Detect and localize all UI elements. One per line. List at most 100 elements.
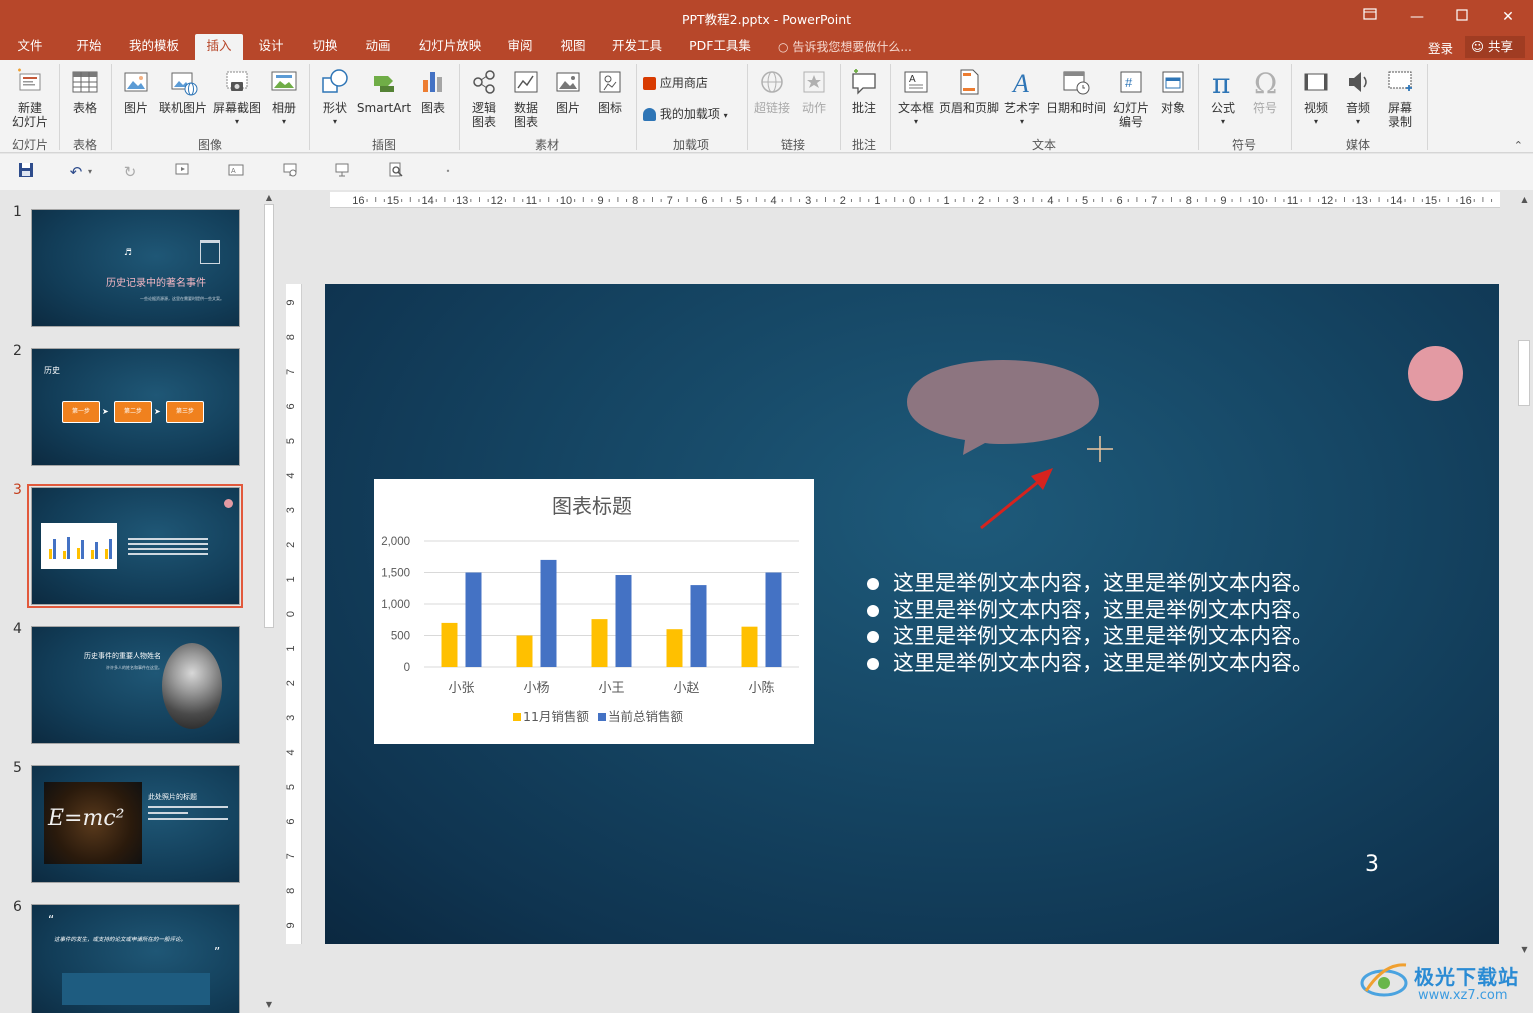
tab-pdf-tools[interactable]: PDF工具集 — [681, 34, 759, 60]
close-icon[interactable]: ✕ — [1497, 6, 1519, 28]
text-box-qat-icon[interactable]: A — [226, 162, 246, 182]
from-beginning-icon[interactable] — [172, 162, 192, 182]
app-store-button[interactable]: 应用商店 — [643, 74, 708, 91]
slide-number-icon: # — [1120, 71, 1142, 93]
ruler-number: 6 — [286, 403, 297, 409]
minimize-icon[interactable]: — — [1406, 6, 1428, 28]
picture-button[interactable]: 图片 — [116, 66, 156, 115]
slide-thumbnail-6[interactable]: “ 这事件的发生，或支持的论文或申请所在的一般评论。 ” — [31, 904, 240, 1013]
tab-review[interactable]: 审阅 — [499, 34, 541, 60]
screen-record-button[interactable]: 屏幕 录制 — [1379, 66, 1421, 129]
legend-swatch — [598, 713, 606, 721]
group-label-addins: 加载项 — [672, 138, 709, 152]
tab-transitions[interactable]: 切换 — [304, 34, 346, 60]
tab-insert[interactable]: 插入 — [195, 34, 243, 60]
material-icon-button[interactable]: 图标 — [589, 66, 631, 115]
ruler-number: 9 — [598, 195, 604, 207]
present-icon[interactable] — [280, 162, 300, 182]
object-button[interactable]: 对象 — [1153, 66, 1193, 115]
tab-my-templates[interactable]: 我的模板 — [122, 34, 186, 60]
editor-scrollbar[interactable]: ▲ ▼ — [1516, 190, 1533, 960]
separator — [459, 64, 460, 150]
tab-design[interactable]: 设计 — [251, 34, 291, 60]
textbox-button[interactable]: A 文本框 ▾ — [895, 66, 937, 129]
picture-icon — [124, 72, 148, 92]
data-chart-button[interactable]: 数据 图表 — [505, 66, 547, 129]
equation-button[interactable]: π 公式 ▾ — [1202, 66, 1244, 129]
scroll-thumb[interactable] — [264, 204, 274, 628]
new-slide-button[interactable]: 新建 幻灯片 — [4, 66, 56, 129]
scroll-thumb[interactable] — [1518, 340, 1530, 406]
logic-chart-button[interactable]: 逻辑 图表 — [463, 66, 505, 129]
bullet-item: 这里是举例文本内容，这里是举例文本内容。 — [865, 597, 1465, 624]
symbol-button[interactable]: Ω 符号 — [1244, 66, 1286, 115]
ruler-number: 2 — [840, 195, 846, 207]
presenter-view-icon[interactable] — [332, 162, 352, 182]
smartart-button[interactable]: SmartArt — [356, 66, 412, 115]
scroll-down-arrow-icon[interactable]: ▼ — [263, 999, 275, 1011]
restore-ribbon-icon[interactable] — [1359, 6, 1381, 28]
tab-animations[interactable]: 动画 — [357, 34, 399, 60]
slide-thumbnail-5[interactable]: E=mc² 此处照片的标题 — [31, 765, 240, 883]
globe-link-icon — [761, 71, 783, 93]
undo-dropdown-icon[interactable]: ▾ — [84, 162, 96, 182]
slide-thumbnail-3[interactable] — [31, 487, 240, 605]
speaker-icon — [1349, 72, 1367, 92]
login-link[interactable]: 登录 — [1428, 38, 1453, 57]
slide-thumbnail-2[interactable]: 历史 第一步 ➤ 第二步 ➤ 第三步 — [31, 348, 240, 466]
print-preview-icon[interactable] — [386, 162, 406, 182]
ruler-number: 3 — [286, 507, 297, 513]
online-picture-icon — [171, 72, 198, 96]
tab-developer[interactable]: 开发工具 — [604, 34, 670, 60]
collapse-ribbon-icon[interactable]: ⌃ — [1514, 139, 1523, 152]
my-addins-button[interactable]: 我的加载项 ▾ — [643, 105, 728, 122]
save-icon[interactable] — [16, 162, 36, 182]
comment-icon — [852, 69, 876, 95]
chart-svg: 图表标题 0 500 1,000 1,500 2,000 小张 小杨 小王 小赵 小陈 11月销售额 当… — [381, 494, 799, 724]
bullet-text-box[interactable]: 这里是举例文本内容，这里是举例文本内容。 这里是举例文本内容，这里是举例文本内容… — [865, 570, 1465, 676]
comment-button[interactable]: 批注 — [843, 66, 885, 115]
maximize-icon[interactable] — [1451, 6, 1473, 28]
screenshot-button[interactable]: 屏幕截图 ▾ — [210, 66, 264, 129]
chart-button[interactable]: 图表 — [412, 66, 454, 115]
separator — [890, 64, 891, 150]
table-button[interactable]: 表格 — [64, 66, 106, 115]
bar-chart[interactable]: 图表标题 0 500 1,000 1,500 2,000 小张 小杨 小王 小赵 小陈 11月销售额 当… — [374, 479, 814, 744]
slide-thumbnail-1[interactable]: ♬ 历史记录中的著名事件 一些论据资源源，这里在需要时提供一些文案。 — [31, 209, 240, 327]
datetime-button[interactable]: 日期和时间 — [1043, 66, 1109, 115]
thumbnail-scrollbar[interactable]: ▲ ▼ — [262, 190, 276, 1013]
share-button[interactable]: ☺ 共享 — [1465, 36, 1525, 58]
audio-button[interactable]: 音频 ▾ — [1337, 66, 1379, 129]
horizontal-ruler-ticks: 16 15 14 13 12 11 10 9 8 7 6 5 4 3 2 1 0 1 2 3 4 5 6 7 8 9 10 11 12 1… — [352, 195, 1493, 207]
material-picture-button[interactable]: 图片 — [547, 66, 589, 115]
separator — [1198, 64, 1199, 150]
person-icon: ☺ — [1471, 39, 1485, 54]
scroll-up-arrow-icon[interactable]: ▲ — [263, 192, 275, 204]
ruler-number: 9 — [286, 922, 297, 928]
tab-home[interactable]: 开始 — [68, 34, 110, 60]
slide-number-button[interactable]: # 幻灯片 编号 — [1109, 66, 1153, 129]
scroll-up-arrow-icon[interactable]: ▲ — [1518, 194, 1531, 206]
online-picture-button[interactable]: 联机图片 — [156, 66, 210, 115]
redo-icon[interactable]: ↻ — [120, 162, 140, 182]
tell-me-search[interactable]: ○ 告诉我您想要做什么... — [778, 38, 912, 55]
tab-file[interactable]: 文件 — [10, 34, 50, 60]
slide-canvas[interactable]: 图表标题 0 500 1,000 1,500 2,000 小张 小杨 小王 小赵 小陈 11月销售额 当… — [325, 284, 1499, 944]
speech-bubble-shape[interactable] — [907, 360, 1107, 463]
album-button[interactable]: 相册 ▾ — [264, 66, 304, 129]
ruler-number: 7 — [286, 369, 297, 375]
wordart-button[interactable]: A 艺术字 ▾ — [1001, 66, 1043, 129]
video-button[interactable]: 视频 ▾ — [1295, 66, 1337, 129]
ruler-number: 5 — [736, 195, 742, 207]
tab-slideshow[interactable]: 幻灯片放映 — [412, 34, 488, 60]
thumb-subtitle: 许许多人的姓名和事件在这里。 — [106, 665, 162, 670]
shapes-button[interactable]: 形状 ▾ — [314, 66, 356, 129]
action-button[interactable]: 动作 — [793, 66, 835, 115]
slide-thumbnail-4[interactable]: 历史事件的重要人物姓名 许许多人的姓名和事件在这里。 — [31, 626, 240, 744]
qat-customize-icon[interactable]: • — [438, 162, 458, 182]
undo-icon[interactable]: ↶ — [66, 162, 86, 182]
pink-circle-shape[interactable] — [1408, 346, 1463, 401]
hyperlink-button[interactable]: 超链接 — [751, 66, 793, 115]
header-footer-button[interactable]: 页眉和页脚 — [937, 66, 1001, 115]
tab-view[interactable]: 视图 — [552, 34, 594, 60]
